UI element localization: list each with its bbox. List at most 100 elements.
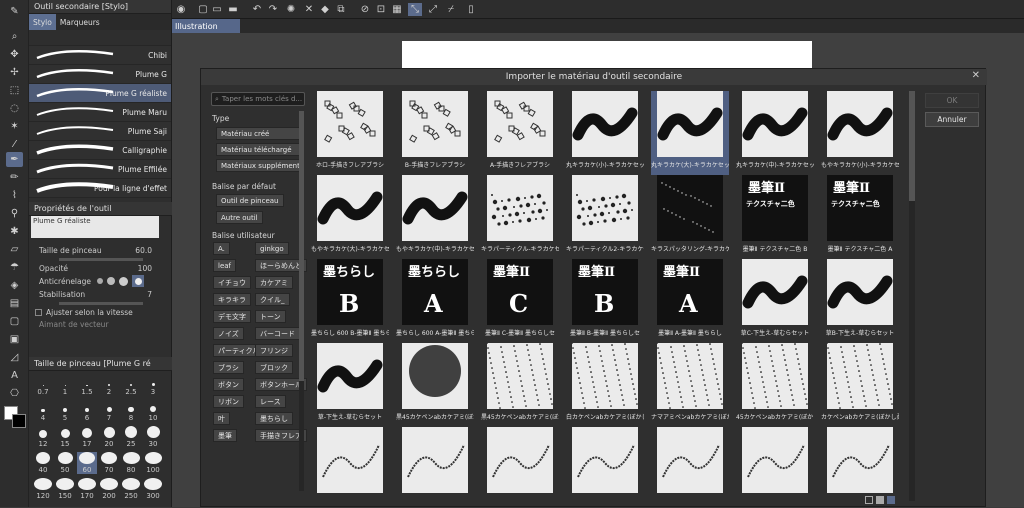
brush-size-cell[interactable]: 300 <box>143 478 163 500</box>
aa-weak-icon[interactable] <box>107 277 115 285</box>
material-cell[interactable]: 墨筆Ⅱ テクスチャ二色 墨筆Ⅱ テクスチャ二色 A <box>821 175 899 259</box>
decoration-icon[interactable]: ✱ <box>6 224 23 239</box>
pen-tool-icon[interactable]: ✒ <box>6 152 23 167</box>
brush-size-cell[interactable]: 6 <box>77 400 97 422</box>
list-view-icon[interactable] <box>865 496 873 504</box>
brush-size-cell[interactable]: 70 <box>99 452 119 474</box>
tag-button[interactable]: Autre outil <box>216 211 263 224</box>
brush-size-cell[interactable]: 60 <box>77 452 97 474</box>
airbrush-icon[interactable]: ⚲ <box>6 206 23 221</box>
tag-button[interactable]: leaf <box>213 259 237 272</box>
tag-button[interactable]: フリンジ <box>255 344 293 357</box>
brush-size-cell[interactable]: 250 <box>121 478 141 500</box>
material-cell[interactable]: B-手描きフレアブラシ <box>396 91 474 175</box>
brush-size-cell[interactable]: 3 <box>143 374 163 396</box>
material-cell[interactable]: カケペンabカケアミ(ぼかし柔 <box>821 343 899 427</box>
move-icon[interactable]: ✥ <box>6 47 23 62</box>
tag-button[interactable]: イチョウ <box>213 276 251 289</box>
transform-icon[interactable]: ⧉ <box>334 3 348 16</box>
small-thumb-icon[interactable] <box>876 496 884 504</box>
aa-strong-icon[interactable] <box>132 275 144 287</box>
tag-button[interactable]: ノイズ <box>213 327 244 340</box>
fill-icon[interactable]: ◈ <box>6 278 23 293</box>
gradient-icon[interactable]: ▤ <box>6 296 23 311</box>
aa-none-icon[interactable] <box>97 278 103 284</box>
material-cell[interactable]: キラスパッタリング-キラカケセット <box>651 175 729 259</box>
material-cell[interactable]: 墨筆Ⅱ B 墨筆Ⅱ B-墨筆Ⅱ 墨ちらしセ <box>566 259 644 343</box>
tag-scrollbar[interactable] <box>299 111 304 491</box>
clear-icon[interactable]: ✕ <box>302 3 316 16</box>
grid-icon[interactable]: ▦ <box>390 3 404 16</box>
brush-size-cell[interactable]: 15 <box>55 426 75 448</box>
material-cell[interactable]: 黒45カケペンabカケアミ(ぼかし柔 <box>396 343 474 427</box>
brush-size-cell[interactable]: 50 <box>55 452 75 474</box>
material-cell[interactable]: 草C-下生え-草むらセット <box>736 259 814 343</box>
material-cell[interactable]: 墨ちらし A 墨ちらし 600 A-墨筆Ⅱ 墨ちら <box>396 259 474 343</box>
size-row[interactable]: Taille de pinceau 60.0 <box>29 244 172 256</box>
selection-off-icon[interactable]: ⊘ <box>358 3 372 16</box>
tag-button[interactable]: トーン <box>255 310 286 323</box>
tag-button[interactable]: クイル_ <box>255 293 290 306</box>
tab-illustration[interactable]: Illustration <box>172 19 240 33</box>
tag-button[interactable]: 叶 <box>213 412 230 425</box>
selection-icon[interactable]: ⬚ <box>6 83 23 98</box>
brush-item[interactable]: Plume Effilée <box>29 160 171 179</box>
brush-item[interactable]: Plume Maru <box>29 103 171 122</box>
brush-size-cell[interactable]: 170 <box>77 478 97 500</box>
material-cell[interactable]: 黒45カケペンabカケアミ(ぼかし柔 <box>481 343 559 427</box>
auto-select-icon[interactable]: ✶ <box>6 119 23 134</box>
snap-special-icon[interactable]: ⤢ <box>426 3 440 16</box>
brush-size-cell[interactable]: 7 <box>99 400 119 422</box>
large-thumb-icon[interactable] <box>887 496 895 504</box>
material-cell[interactable]: 墨筆Ⅱ C 墨筆Ⅱ C-墨筆Ⅱ 墨ちらしセ <box>481 259 559 343</box>
material-cell[interactable]: 墨ちらし B 墨ちらし 600 B-墨筆Ⅱ 墨ちら <box>311 259 389 343</box>
pen-icon[interactable]: ✎ <box>6 4 23 19</box>
close-icon[interactable]: ✕ <box>972 70 980 81</box>
tag-button[interactable]: 墨筆 <box>213 429 237 442</box>
brush-size-cell[interactable]: 1 <box>55 374 75 396</box>
material-cell[interactable]: 草B-下生え-草むらセット <box>821 259 899 343</box>
brush-size-cell[interactable]: 1.5 <box>77 374 97 396</box>
vector-row[interactable]: Aimant de vecteur <box>29 318 172 330</box>
balloon-icon[interactable]: ⎔ <box>6 386 23 401</box>
tab-stylo[interactable]: Stylo <box>29 14 56 30</box>
opacity-row[interactable]: Opacité 100 <box>29 262 172 274</box>
brush-item-selected[interactable]: Plume G réaliste <box>29 84 171 103</box>
brush-size-cell[interactable]: 4 <box>33 400 53 422</box>
material-cell[interactable] <box>736 427 814 508</box>
redo-icon[interactable]: ↷ <box>266 3 280 16</box>
brush-item[interactable]: Plume Saji <box>29 122 171 141</box>
material-cell[interactable] <box>566 427 644 508</box>
brush-icon[interactable]: ⌇ <box>6 188 23 203</box>
sub-color-swatch[interactable] <box>12 414 26 428</box>
blend-icon[interactable]: ☂ <box>6 260 23 275</box>
ok-button[interactable]: OK <box>925 93 979 108</box>
snap-grid-icon[interactable]: ⌿ <box>444 3 458 16</box>
brush-size-cell[interactable]: 150 <box>55 478 75 500</box>
brush-item[interactable]: Calligraphie <box>29 141 171 160</box>
material-cell[interactable]: 墨筆Ⅱ A 墨筆Ⅱ A-墨筆Ⅱ 墨ちらし <box>651 259 729 343</box>
tag-button[interactable]: ブロック <box>255 361 293 374</box>
open-icon[interactable]: ▭ <box>210 3 224 16</box>
eyedropper-icon[interactable]: ⁄ <box>6 137 23 152</box>
layer-move-icon[interactable]: ✢ <box>6 65 23 80</box>
figure-icon[interactable]: ▢ <box>6 314 23 329</box>
brush-size-cell[interactable]: 8 <box>121 400 141 422</box>
material-cell[interactable] <box>481 427 559 508</box>
tag-button[interactable]: ブラシ <box>213 361 244 374</box>
new-file-icon[interactable]: ▢ <box>196 3 210 16</box>
tag-button[interactable]: デモ文字 <box>213 310 251 323</box>
lasso-icon[interactable]: ◌ <box>6 101 23 116</box>
brush-size-cell[interactable]: 200 <box>99 478 119 500</box>
brush-size-cell[interactable]: 40 <box>33 452 53 474</box>
brush-size-cell[interactable]: 120 <box>33 478 53 500</box>
brush-item[interactable]: Plume G <box>29 65 171 84</box>
brush-item[interactable]: Pour la ligne d'effet <box>29 179 171 198</box>
stabilization-row[interactable]: Stabilisation 7 <box>29 288 172 300</box>
tag-button[interactable]: リボン <box>213 395 244 408</box>
tag-button[interactable]: レース <box>255 395 286 408</box>
zoom-icon[interactable]: ⌕ <box>6 29 23 44</box>
material-cell[interactable]: キラパーティクル-キラカケセット <box>481 175 559 259</box>
cancel-button[interactable]: Annuler <box>925 112 979 127</box>
material-cell[interactable]: キラパーティクル2-キラカケセット <box>566 175 644 259</box>
